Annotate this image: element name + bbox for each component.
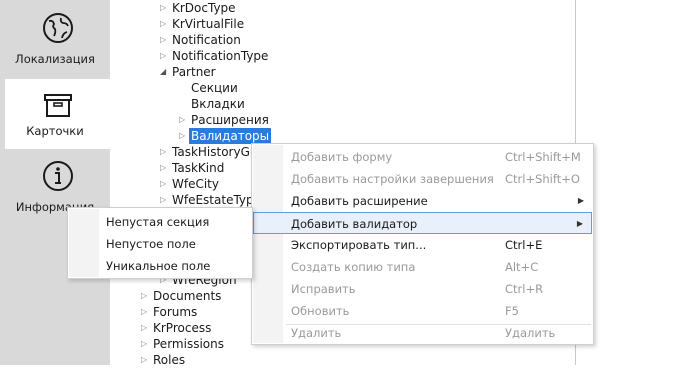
shortcut-label: Ctrl+E bbox=[505, 238, 543, 252]
globe-icon bbox=[43, 13, 73, 43]
menu-item-add-form[interactable]: Добавить форму Ctrl+Shift+M bbox=[253, 146, 592, 168]
expand-arrow-icon[interactable]: ▷ bbox=[179, 128, 185, 144]
shortcut-label: Ctrl+R bbox=[505, 282, 544, 296]
nav-label-cards: Карточки bbox=[26, 124, 84, 138]
menu-item-fix[interactable]: Исправить Ctrl+R bbox=[253, 278, 592, 300]
shortcut-label: Alt+C bbox=[505, 260, 539, 274]
shortcut-label: Ctrl+Shift+O bbox=[505, 172, 580, 186]
menu-item-add-extension[interactable]: Добавить расширение ▶ bbox=[253, 190, 592, 212]
submenu-item-nonempty-section[interactable]: Непустая секция bbox=[69, 211, 251, 233]
box-icon bbox=[44, 94, 72, 117]
expand-arrow-icon[interactable]: ▷ bbox=[141, 320, 147, 336]
expand-arrow-icon[interactable]: ▷ bbox=[141, 288, 147, 304]
nav-item-cards[interactable]: Карточки bbox=[5, 79, 110, 149]
expand-arrow-icon[interactable]: ▷ bbox=[160, 144, 166, 160]
submenu-item-nonempty-field[interactable]: Непустое поле bbox=[69, 233, 251, 255]
menu-item-delete[interactable]: Удалить Удалить bbox=[253, 322, 592, 344]
menu-item-add-completion-settings[interactable]: Добавить настройки завершения Ctrl+Shift… bbox=[253, 168, 592, 190]
validator-submenu: Непустая секция Непустое поле Уникальное… bbox=[67, 207, 253, 279]
menu-item-add-validator[interactable]: Добавить валидатор ▶ bbox=[253, 212, 592, 234]
left-nav-bar: Локализация Карточки Информация bbox=[0, 0, 110, 365]
expand-arrow-icon[interactable]: ▷ bbox=[141, 336, 147, 352]
expand-arrow-icon[interactable]: ▷ bbox=[141, 352, 147, 368]
expand-arrow-icon[interactable]: ▷ bbox=[160, 176, 166, 192]
expand-arrow-icon[interactable]: ▷ bbox=[160, 16, 166, 32]
shortcut-label: F5 bbox=[505, 304, 519, 318]
expand-arrow-icon[interactable]: ▷ bbox=[179, 112, 185, 128]
menu-item-refresh[interactable]: Обновить F5 bbox=[253, 300, 592, 322]
context-menu: Добавить форму Ctrl+Shift+M Добавить нас… bbox=[251, 143, 594, 345]
nav-label-localization: Локализация bbox=[15, 52, 95, 66]
expand-arrow-icon[interactable]: ▷ bbox=[160, 0, 166, 16]
expand-arrow-icon[interactable]: ▷ bbox=[160, 192, 166, 208]
submenu-arrow-icon: ▶ bbox=[577, 196, 584, 205]
collapse-arrow-icon[interactable]: ◢ bbox=[160, 64, 166, 80]
menu-item-export-type[interactable]: Экспортировать тип... Ctrl+E bbox=[253, 234, 592, 256]
expand-arrow-icon[interactable]: ▷ bbox=[160, 32, 166, 48]
expand-arrow-icon[interactable]: ▷ bbox=[141, 304, 147, 320]
shortcut-label: Удалить bbox=[505, 326, 556, 340]
submenu-arrow-icon: ▶ bbox=[576, 219, 583, 228]
shortcut-label: Ctrl+Shift+M bbox=[505, 150, 581, 164]
menu-item-copy-type[interactable]: Создать копию типа Alt+C bbox=[253, 256, 592, 278]
submenu-item-unique-field[interactable]: Уникальное поле bbox=[69, 255, 251, 277]
info-icon bbox=[43, 161, 73, 191]
nav-item-localization[interactable]: Локализация bbox=[5, 8, 110, 78]
expand-arrow-icon[interactable]: ▷ bbox=[160, 48, 166, 64]
expand-arrow-icon[interactable]: ▷ bbox=[160, 160, 166, 176]
